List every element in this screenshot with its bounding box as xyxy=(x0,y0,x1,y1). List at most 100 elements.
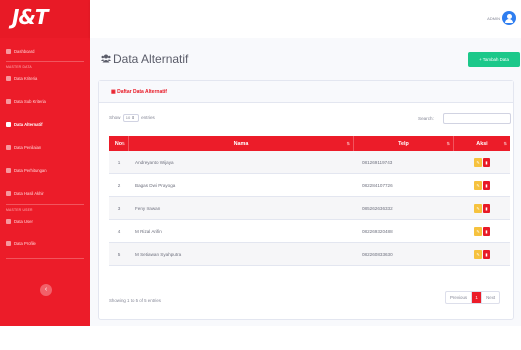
search-input[interactable] xyxy=(443,113,511,124)
cell-aksi: ✎ ▮ xyxy=(454,151,510,174)
cell-aksi: ✎ ▮ xyxy=(454,197,510,220)
delete-button[interactable]: ▮ xyxy=(483,204,490,213)
users-icon xyxy=(101,54,111,63)
delete-button[interactable]: ▮ xyxy=(483,158,490,167)
entries-length-control: Show 10 ⬍ entries xyxy=(109,114,155,122)
column-header-nama[interactable]: Nama ⇅ xyxy=(129,136,354,151)
app-root: J&T Dashboard MASTER DATA Data Kriteria … xyxy=(0,0,521,350)
card-header: ▦ Daftar Data Alternatif xyxy=(99,81,513,103)
profile-icon xyxy=(6,240,11,246)
sort-icon: ⇅ xyxy=(446,141,450,146)
delete-button[interactable]: ▮ xyxy=(483,250,490,259)
sort-icon: ⇅ xyxy=(503,141,507,146)
entries-select-value: 10 xyxy=(125,115,131,120)
cell-no: 3 xyxy=(117,206,121,211)
table-icon: ▦ xyxy=(111,89,116,95)
cell-no: 4 xyxy=(117,229,121,234)
column-header-aksi[interactable]: Aksi ⇅ xyxy=(454,136,510,151)
sidebar-item-label: Data Hasil Akhir xyxy=(14,190,44,196)
cell-nama: Bagas Dwi Prayoga xyxy=(135,183,176,188)
page-bottom xyxy=(0,326,521,350)
cell-no: 1 xyxy=(117,160,121,165)
topbar: ADMIN xyxy=(90,0,521,38)
delete-button[interactable]: ▮ xyxy=(483,181,490,190)
table-row: 1 Andreyanto Wijaya 081269119743 ✎ ▮ xyxy=(109,151,510,174)
edit-button[interactable]: ✎ xyxy=(474,158,482,167)
cell-aksi: ✎ ▮ xyxy=(454,220,510,243)
edit-icon xyxy=(6,144,11,150)
sidebar-toggle-button[interactable]: ‹ xyxy=(40,284,52,296)
cell-telp: 085262636332 xyxy=(362,206,393,211)
sidebar-item-label: Data Penilaian xyxy=(14,144,42,150)
table-header: No ⇅ Nama ⇅ Telp ⇅ Aksi ⇅ xyxy=(109,136,510,151)
sidebar-heading-master-data: MASTER DATA xyxy=(6,65,32,69)
user-icon xyxy=(6,218,11,224)
sidebar: J&T Dashboard MASTER DATA Data Kriteria … xyxy=(0,0,90,326)
users-icon xyxy=(6,121,11,127)
card-title: ▦ Daftar Data Alternatif xyxy=(111,89,167,95)
edit-button[interactable]: ✎ xyxy=(474,181,482,190)
sidebar-item-data-kriteria[interactable]: Data Kriteria xyxy=(0,72,90,84)
edit-icon: ✎ xyxy=(476,252,480,257)
avatar[interactable] xyxy=(502,11,516,25)
trash-icon: ▮ xyxy=(485,206,488,211)
brand[interactable]: J&T xyxy=(0,0,90,38)
sidebar-divider xyxy=(6,61,84,62)
sidebar-item-label: Dashboard xyxy=(14,48,35,54)
table-row: 4 M Rizal Arifin 082269320488 ✎ ▮ xyxy=(109,220,510,243)
column-header-no[interactable]: No ⇅ xyxy=(109,136,129,151)
card-title-text: Daftar Data Alternatif xyxy=(117,89,167,95)
cell-no: 5 xyxy=(117,252,121,257)
edit-icon: ✎ xyxy=(476,206,480,211)
sidebar-item-label: Data Profile xyxy=(14,240,36,246)
column-label: Aksi xyxy=(476,140,488,147)
sidebar-item-data-perhitungan[interactable]: Data Perhitungan xyxy=(0,164,90,176)
sidebar-item-dashboard[interactable]: Dashboard xyxy=(0,45,90,57)
trash-icon: ▮ xyxy=(485,160,488,165)
pagination-next[interactable]: Next xyxy=(482,292,499,303)
edit-icon: ✎ xyxy=(476,229,480,234)
sidebar-item-label: Data User xyxy=(14,218,33,224)
sidebar-divider xyxy=(6,204,84,205)
cell-nama: M Setiawan Syahputra xyxy=(135,252,182,257)
edit-button[interactable]: ✎ xyxy=(474,204,482,213)
pagination: Previous 1 Next xyxy=(445,291,501,304)
cell-telp: 082284107726 xyxy=(362,183,393,188)
chart-icon xyxy=(6,190,11,196)
cell-nama: M Rizal Arifin xyxy=(135,229,162,234)
calculator-icon xyxy=(6,167,11,173)
page-title: Data Alternatif xyxy=(113,52,189,66)
trash-icon: ▮ xyxy=(485,183,488,188)
edit-button[interactable]: ✎ xyxy=(474,250,482,259)
sidebar-item-data-sub-kriteria[interactable]: Data Sub Kriteria xyxy=(0,95,90,107)
chevron-down-icon: ⬍ xyxy=(131,115,135,120)
table-info: Showing 1 to 5 of 5 entries xyxy=(109,298,161,303)
search-label: Search: xyxy=(418,116,434,121)
column-header-telp[interactable]: Telp ⇅ xyxy=(354,136,454,151)
edit-button[interactable]: ✎ xyxy=(474,227,482,236)
brand-logo: J&T xyxy=(12,5,49,29)
sidebar-item-data-penilaian[interactable]: Data Penilaian xyxy=(0,141,90,153)
cell-aksi: ✎ ▮ xyxy=(454,174,510,197)
sidebar-item-label: Data Sub Kriteria xyxy=(14,98,46,104)
show-prefix: Show xyxy=(109,115,121,121)
show-suffix: entries xyxy=(141,115,155,121)
sidebar-item-data-alternatif[interactable]: Data Alternatif xyxy=(0,118,90,130)
user-name[interactable]: ADMIN xyxy=(487,16,500,21)
delete-button[interactable]: ▮ xyxy=(483,227,490,236)
sidebar-item-data-hasil-akhir[interactable]: Data Hasil Akhir xyxy=(0,187,90,199)
subcriteria-icon xyxy=(6,98,11,104)
table-row: 3 Feny Irawan 085262636332 ✎ ▮ xyxy=(109,197,510,220)
criteria-icon xyxy=(6,75,11,81)
sidebar-item-data-profile[interactable]: Data Profile xyxy=(0,237,90,249)
sidebar-item-label: Data Kriteria xyxy=(14,75,38,81)
add-data-button[interactable]: + Tambah Data xyxy=(468,52,520,67)
cell-no: 2 xyxy=(117,183,121,188)
sidebar-item-data-user[interactable]: Data User xyxy=(0,215,90,227)
entries-select[interactable]: 10 ⬍ xyxy=(122,114,139,122)
sidebar-item-label: Data Alternatif xyxy=(14,121,43,127)
table-row: 2 Bagas Dwi Prayoga 082284107726 ✎ ▮ xyxy=(109,174,510,197)
trash-icon: ▮ xyxy=(485,229,488,234)
pagination-page-1[interactable]: 1 xyxy=(472,292,483,303)
pagination-previous[interactable]: Previous xyxy=(446,292,473,303)
